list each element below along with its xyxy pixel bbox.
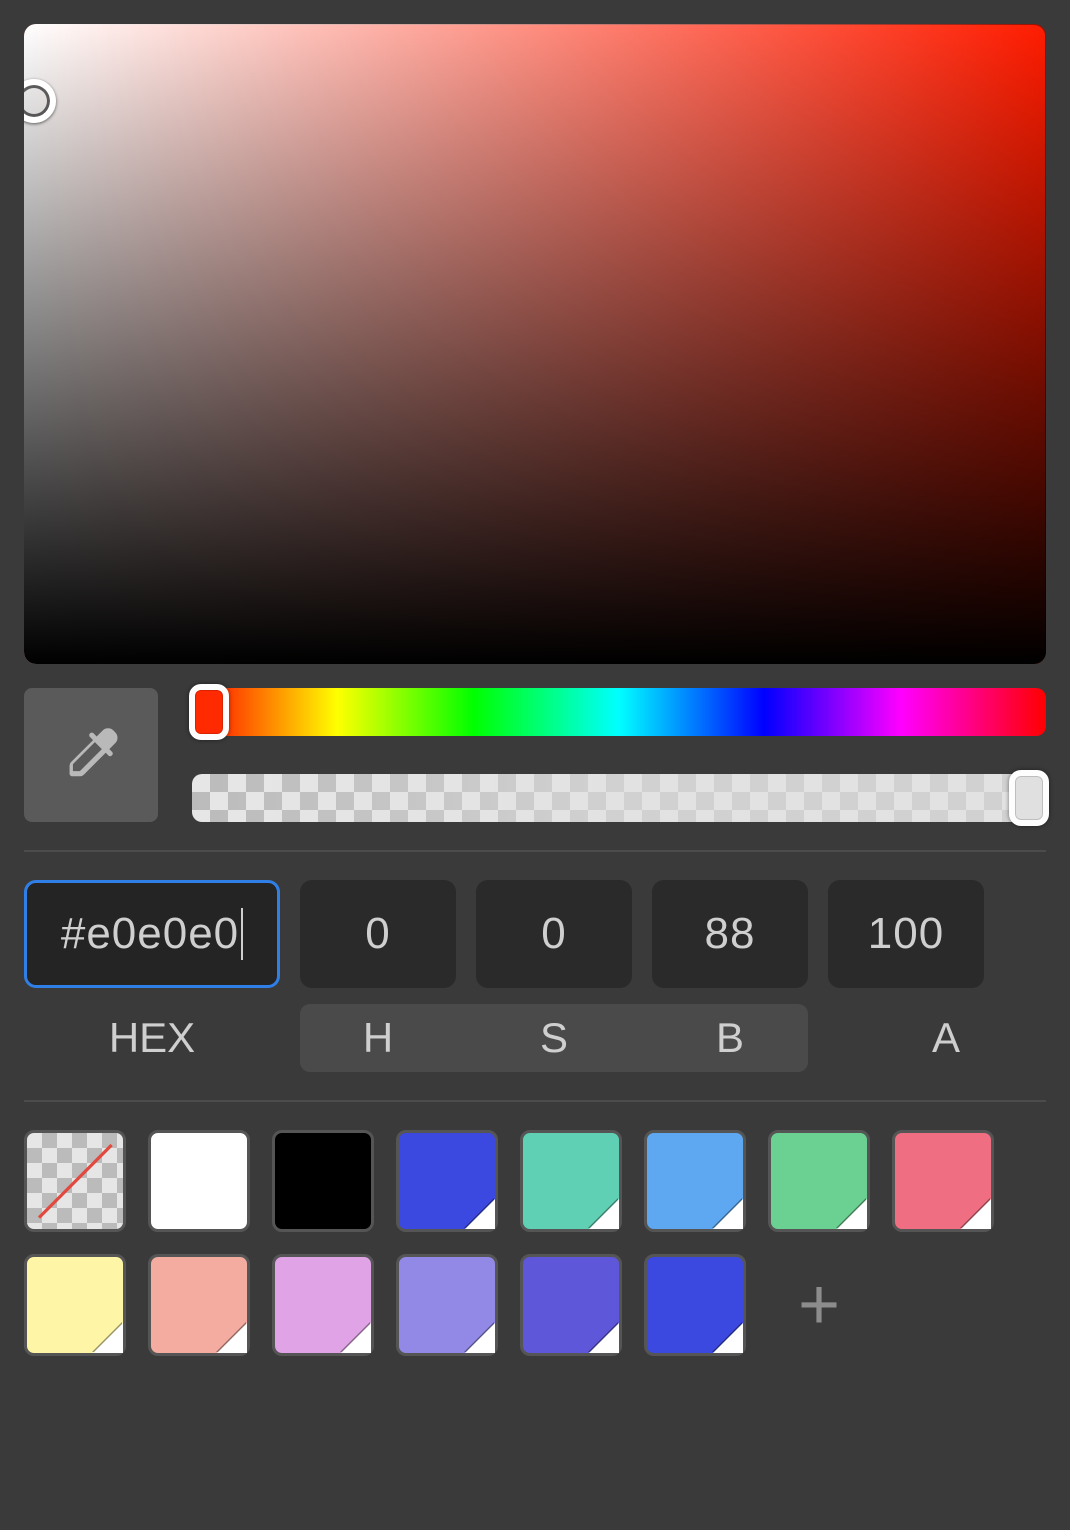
swatch-properties-icon: [217, 1323, 247, 1353]
swatch-teal[interactable]: [520, 1130, 622, 1232]
swatch-lemon[interactable]: [24, 1254, 126, 1356]
swatch-properties-icon: [589, 1323, 619, 1353]
swatch-green[interactable]: [768, 1130, 870, 1232]
b-input[interactable]: 88: [652, 880, 808, 988]
swatch-sky[interactable]: [644, 1130, 746, 1232]
h-input-value: 0: [365, 909, 390, 959]
swatch-mauve[interactable]: [272, 1254, 374, 1356]
swatch-transparent[interactable]: [24, 1130, 126, 1232]
a-input-value: 100: [868, 909, 944, 959]
hue-slider-handle[interactable]: [189, 684, 229, 740]
add-swatch-button[interactable]: +: [768, 1254, 870, 1356]
swatch-properties-icon: [465, 1199, 495, 1229]
color-picker-panel: #e0e0e0 0 0 88 100: [0, 0, 1070, 1530]
alpha-slider-handle[interactable]: [1009, 770, 1049, 826]
swatch-properties-icon: [465, 1323, 495, 1353]
swatch-pink[interactable]: [892, 1130, 994, 1232]
swatch-properties-icon: [93, 1323, 123, 1353]
plus-icon: +: [798, 1269, 840, 1341]
eyedropper-button[interactable]: [24, 688, 158, 822]
swatch-black[interactable]: [272, 1130, 374, 1232]
divider: [24, 1100, 1046, 1102]
swatch-properties-icon: [837, 1199, 867, 1229]
swatch-royal[interactable]: [644, 1254, 746, 1356]
swatch-white[interactable]: [148, 1130, 250, 1232]
swatch-properties-icon: [713, 1323, 743, 1353]
swatch-peach[interactable]: [148, 1254, 250, 1356]
hex-label: HEX: [24, 1004, 280, 1072]
b-label: B: [652, 1004, 808, 1072]
swatch-properties-icon: [589, 1199, 619, 1229]
s-input-value: 0: [541, 909, 566, 959]
sv-black-overlay: [24, 24, 1046, 664]
hex-input[interactable]: #e0e0e0: [24, 880, 280, 988]
b-input-value: 88: [705, 909, 756, 959]
swatch-properties-icon: [713, 1199, 743, 1229]
saturation-brightness-field[interactable]: [24, 24, 1046, 664]
hex-input-value: #e0e0e0: [61, 909, 239, 959]
color-mode-toggle[interactable]: H S B: [300, 1004, 808, 1072]
hue-slider[interactable]: [192, 688, 1046, 736]
a-label: A: [868, 1004, 1024, 1072]
text-caret: [241, 908, 243, 960]
swatch-lavender[interactable]: [396, 1254, 498, 1356]
swatch-list: +: [24, 1130, 1046, 1356]
s-input[interactable]: 0: [476, 880, 632, 988]
no-color-icon: [35, 1141, 116, 1222]
swatch-indigo[interactable]: [520, 1254, 622, 1356]
divider: [24, 850, 1046, 852]
swatch-blue[interactable]: [396, 1130, 498, 1232]
a-input[interactable]: 100: [828, 880, 984, 988]
s-label: S: [476, 1004, 632, 1072]
swatch-properties-icon: [341, 1323, 371, 1353]
h-label: H: [300, 1004, 456, 1072]
h-input[interactable]: 0: [300, 880, 456, 988]
swatch-properties-icon: [961, 1199, 991, 1229]
alpha-slider[interactable]: [192, 774, 1046, 822]
eyedropper-icon: [60, 722, 122, 789]
